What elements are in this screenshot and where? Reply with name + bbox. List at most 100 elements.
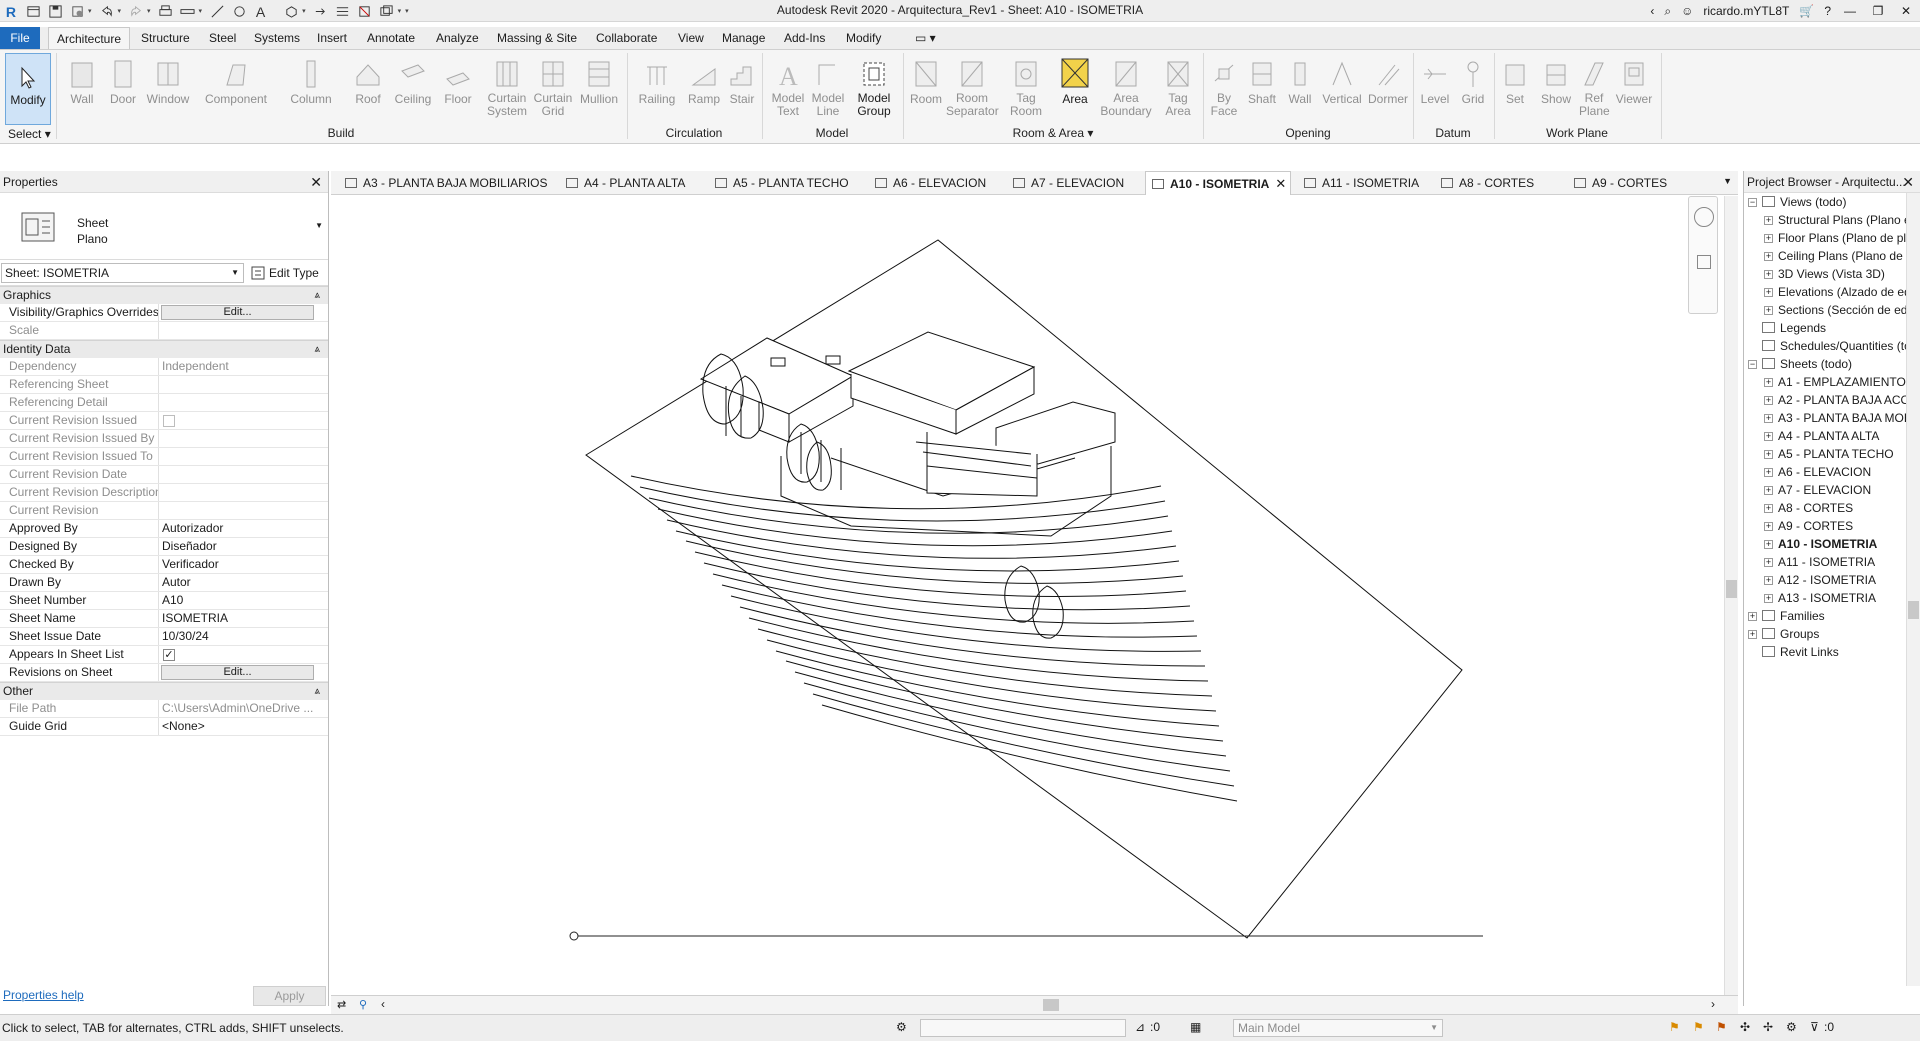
select-dropdown[interactable]: Select ▾ [8, 127, 51, 141]
model-line-button[interactable]: Model Line [808, 53, 848, 123]
group-label-room-area[interactable]: Room & Area ▾ [903, 126, 1203, 140]
model-text-button[interactable]: A Model Text [768, 53, 808, 123]
by-face-button[interactable]: By Face [1207, 53, 1241, 123]
sync-icon[interactable] [68, 2, 86, 20]
expand-icon[interactable]: + [1764, 306, 1773, 315]
browser-item[interactable]: + Ceiling Plans (Plano de techo) [1744, 247, 1920, 265]
scroll-left-icon[interactable]: ‹ [381, 997, 385, 1011]
tab-manage[interactable]: Manage [714, 27, 773, 49]
minimize-icon[interactable]: — [1836, 1, 1864, 21]
apply-button[interactable]: Apply [253, 986, 326, 1006]
browser-item[interactable]: + Families [1744, 607, 1920, 625]
dimension-icon[interactable] [208, 2, 226, 20]
edit-button[interactable]: Edit... [161, 665, 314, 680]
browser-item[interactable]: + Elevations (Alzado de edificio) [1744, 283, 1920, 301]
property-value[interactable]: 10/30/24 [159, 628, 328, 645]
browser-item[interactable]: + A11 - ISOMETRIA [1744, 553, 1920, 571]
expand-icon[interactable]: + [1764, 396, 1773, 405]
show-button[interactable]: Show [1536, 53, 1576, 123]
wall-button[interactable]: Wall [64, 53, 100, 123]
tab-systems[interactable]: Systems [246, 27, 308, 49]
dormer-button[interactable]: Dormer [1365, 53, 1411, 123]
main-model-select[interactable]: Main Model ▼ [1233, 1019, 1443, 1037]
h-scroll-thumb[interactable] [1043, 999, 1059, 1011]
property-value[interactable]: Autor [159, 574, 328, 591]
browser-item[interactable]: − Views (todo) [1744, 193, 1920, 211]
design-options-icon[interactable]: ⊿ [1135, 1020, 1145, 1034]
browser-item[interactable]: + A3 - PLANTA BAJA MOBILIARIOS [1744, 409, 1920, 427]
chevron-down-icon[interactable]: ▼ [315, 221, 323, 230]
user-icon[interactable]: ☺ [1676, 1, 1698, 21]
property-value[interactable]: Autorizador [159, 520, 328, 537]
browser-item[interactable]: + A7 - ELEVACION [1744, 481, 1920, 499]
tab-collaborate[interactable]: Collaborate [588, 27, 665, 49]
scroll-right-icon[interactable]: › [1711, 997, 1715, 1011]
pin-icon[interactable]: ⚲ [359, 998, 367, 1011]
expand-icon[interactable]: + [1764, 558, 1773, 567]
property-value[interactable]: Verificador [159, 556, 328, 573]
collapse-icon[interactable]: − [1748, 360, 1757, 369]
view-tab-a4[interactable]: A4 - PLANTA ALTA [560, 171, 685, 195]
steering-wheel-icon[interactable] [1694, 207, 1714, 227]
close-tab-icon[interactable]: ✕ [1275, 172, 1286, 196]
open-icon[interactable] [24, 2, 42, 20]
tab-steel[interactable]: Steel [201, 27, 244, 49]
select-underlay-icon[interactable]: ⚑ [1693, 1020, 1704, 1034]
property-value[interactable]: Diseñador [159, 538, 328, 555]
browser-item[interactable]: + A13 - ISOMETRIA [1744, 589, 1920, 607]
workset-select[interactable] [920, 1019, 1126, 1037]
tag-area-button[interactable]: Tag Area [1156, 53, 1200, 123]
level-button[interactable]: Level [1417, 53, 1453, 123]
revit-logo-icon[interactable]: R [2, 2, 20, 20]
restore-icon[interactable]: ❐ [1864, 1, 1892, 21]
tab-add-ins[interactable]: Add-Ins [776, 27, 833, 49]
tab-annotate[interactable]: Annotate [359, 27, 423, 49]
area-boundary-button[interactable]: Area Boundary [1098, 53, 1154, 123]
property-value[interactable]: Edit... [159, 304, 328, 321]
expand-icon[interactable]: + [1764, 504, 1773, 513]
stair-button[interactable]: Stair [725, 53, 759, 123]
customize-qat-icon[interactable]: ▾ [405, 7, 409, 15]
browser-item[interactable]: + A9 - CORTES [1744, 517, 1920, 535]
expand-icon[interactable]: + [1764, 378, 1773, 387]
grid-button[interactable]: Grid [1455, 53, 1491, 123]
browser-item[interactable]: + A1 - EMPLAZAMIENTO [1744, 373, 1920, 391]
tab-massing-site[interactable]: Massing & Site [489, 27, 585, 49]
browser-item[interactable]: + Sections (Sección de edificio) [1744, 301, 1920, 319]
properties-help-link[interactable]: Properties help [3, 988, 84, 1002]
ref-plane-button[interactable]: Ref Plane [1579, 53, 1610, 123]
scroll-thumb[interactable] [1908, 601, 1919, 619]
property-value[interactable]: Edit... [159, 664, 328, 681]
view-tab-a5[interactable]: A5 - PLANTA TECHO [709, 171, 849, 195]
close-window-icon[interactable]: ✕ [1892, 1, 1920, 21]
expand-icon[interactable]: + [1764, 288, 1773, 297]
collapse-icon[interactable]: ⩓ [314, 287, 320, 304]
drawing-canvas[interactable] [331, 196, 1738, 1003]
tabs-overflow-icon[interactable]: ▼ [1723, 176, 1732, 186]
browser-item[interactable]: + Groups [1744, 625, 1920, 643]
browser-item[interactable]: + A4 - PLANTA ALTA [1744, 427, 1920, 445]
close-icon[interactable]: ✕ [1902, 171, 1914, 193]
help-icon[interactable]: ? [1819, 1, 1836, 21]
switch-windows-icon[interactable] [378, 2, 396, 20]
instance-filter-select[interactable]: Sheet: ISOMETRIA ▼ [1, 263, 244, 283]
browser-item[interactable]: + A8 - CORTES [1744, 499, 1920, 517]
redo-icon[interactable] [127, 2, 145, 20]
expand-icon[interactable]: + [1764, 234, 1773, 243]
select-pinned-icon[interactable]: ⚑ [1716, 1020, 1727, 1034]
expand-icon[interactable]: + [1764, 270, 1773, 279]
model-icon[interactable]: ▦ [1190, 1020, 1201, 1034]
tag-room-button[interactable]: Tag Room [1003, 53, 1049, 123]
edit-type-button[interactable]: Edit Type [251, 263, 319, 283]
ramp-button[interactable]: Ramp [686, 53, 722, 123]
expand-icon[interactable]: + [1764, 486, 1773, 495]
contextual-toggle-icon[interactable]: ▭ ▾ [907, 27, 944, 49]
expand-icon[interactable]: + [1748, 612, 1757, 621]
vertical-button[interactable]: Vertical [1318, 53, 1366, 123]
select-links-icon[interactable]: ⚑ [1669, 1020, 1680, 1034]
expand-icon[interactable]: + [1764, 522, 1773, 531]
view-tab-a11[interactable]: A11 - ISOMETRIA [1298, 171, 1419, 195]
browser-item[interactable]: + A10 - ISOMETRIA [1744, 535, 1920, 553]
tab-architecture[interactable]: Architecture [48, 27, 131, 49]
browser-item[interactable]: +3D Views (Vista 3D) [1744, 265, 1920, 283]
